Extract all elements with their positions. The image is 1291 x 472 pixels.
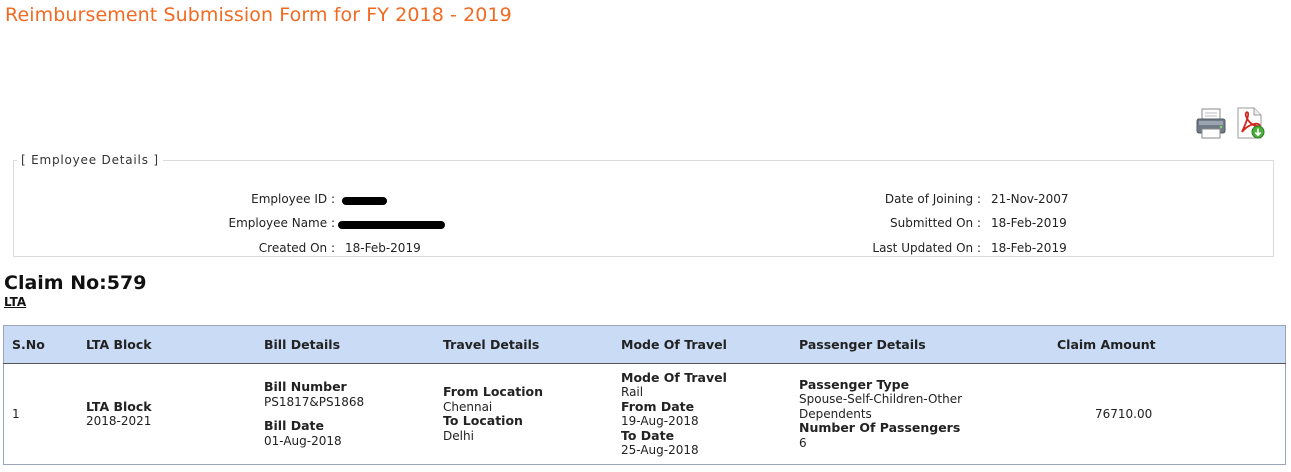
- col-mode-of-travel: Mode Of Travel: [621, 325, 799, 364]
- pdf-download-icon[interactable]: [1232, 105, 1266, 141]
- table-row: 1 LTA Block 2018-2021 Bill Number PS1817…: [4, 364, 1286, 465]
- passenger-count-value: 6: [799, 435, 807, 450]
- lta-block-value: 2018-2021: [86, 414, 152, 428]
- lta-block-label: LTA Block: [86, 398, 152, 414]
- from-date-label: From Date: [621, 398, 695, 414]
- cell-bill-details: Bill Number PS1817&PS1868 Bill Date 01-A…: [264, 364, 443, 465]
- bill-number-value: PS1817&PS1868: [264, 394, 365, 409]
- claims-table: S.No LTA Block Bill Details Travel Detai…: [3, 325, 1286, 465]
- employee-details-legend: [ Employee Details ]: [21, 153, 159, 167]
- to-date-label: To Date: [621, 427, 675, 443]
- cell-claim-amount: 76710.00: [1095, 406, 1153, 421]
- cell-mode-of-travel: Mode Of Travel Rail From Date 19-Aug-201…: [621, 364, 799, 465]
- employee-name-redacted: [338, 221, 445, 229]
- claims-table-header: S.No LTA Block Bill Details Travel Detai…: [3, 325, 1286, 364]
- export-toolbar: [1194, 105, 1266, 141]
- to-location-value: Delhi: [443, 428, 474, 443]
- last-updated-label: Last Updated On :: [872, 241, 981, 255]
- page-title: Reimbursement Submission Form for FY 201…: [5, 4, 512, 26]
- to-date-value: 25-Aug-2018: [621, 443, 699, 457]
- printer-icon[interactable]: [1194, 105, 1228, 141]
- cell-lta-block: LTA Block 2018-2021: [86, 364, 264, 465]
- employee-id-label: Employee ID :: [251, 192, 335, 206]
- cell-passenger-details: Passenger Type Spouse-Self-Children-Othe…: [799, 364, 1057, 465]
- last-updated-value: 18-Feb-2019: [991, 241, 1067, 255]
- col-travel-details: Travel Details: [443, 325, 621, 364]
- date-of-joining-label: Date of Joining :: [884, 192, 981, 206]
- from-date-value: 19-Aug-2018: [621, 414, 699, 428]
- col-sno: S.No: [3, 325, 86, 364]
- mode-of-travel-label: Mode Of Travel: [621, 369, 727, 385]
- passenger-type-value: Spouse-Self-Children-Other Dependents: [799, 392, 963, 421]
- employee-name-label: Employee Name :: [228, 216, 335, 230]
- cell-sno: 1: [12, 406, 20, 421]
- from-location-label: From Location: [443, 384, 544, 399]
- col-claim-amount: Claim Amount: [1057, 325, 1286, 364]
- from-location-value: Chennai: [443, 399, 493, 414]
- created-on-value: 18-Feb-2019: [345, 241, 421, 255]
- claim-number: Claim No:579: [4, 272, 147, 294]
- bill-number-label: Bill Number: [264, 379, 347, 394]
- submitted-on-label: Submitted On :: [890, 216, 981, 230]
- cell-travel-details: From Location Chennai To Location Delhi: [443, 364, 621, 465]
- bill-date-value: 01-Aug-2018: [264, 433, 342, 448]
- passenger-type-label: Passenger Type: [799, 376, 910, 392]
- col-lta-block: LTA Block: [86, 325, 264, 364]
- employee-id-redacted: [342, 197, 387, 205]
- employee-details-panel: [ Employee Details ] Employee ID : Emplo…: [13, 153, 1274, 257]
- claim-type-link[interactable]: LTA: [4, 295, 26, 309]
- mode-of-travel-value: Rail: [621, 385, 644, 399]
- col-bill-details: Bill Details: [264, 325, 443, 364]
- col-passenger-details: Passenger Details: [799, 325, 1057, 364]
- passenger-count-label: Number Of Passengers: [799, 420, 961, 436]
- submitted-on-value: 18-Feb-2019: [991, 216, 1067, 230]
- bill-date-label: Bill Date: [264, 418, 324, 433]
- to-location-label: To Location: [443, 413, 523, 428]
- date-of-joining-value: 21-Nov-2007: [991, 192, 1069, 206]
- created-on-label: Created On :: [258, 241, 335, 255]
